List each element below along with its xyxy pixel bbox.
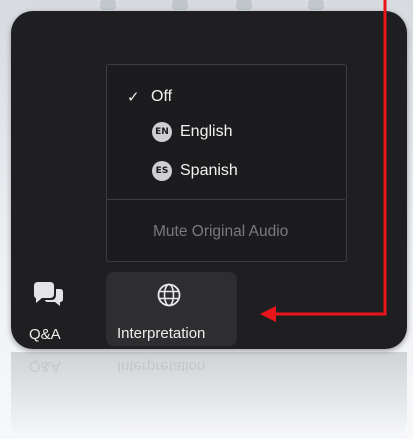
chat-bubbles-icon <box>34 282 63 306</box>
bottom-reflection: Q&A Interpretation <box>11 352 407 439</box>
menu-item-spanish[interactable]: ES Spanish <box>0 157 413 185</box>
menu-divider <box>107 199 345 200</box>
reflection-qa-text: Q&A <box>29 358 61 375</box>
qa-label: Q&A <box>29 326 61 343</box>
check-icon: ✓ <box>127 89 140 106</box>
interpretation-label: Interpretation <box>117 325 206 342</box>
menu-item-english[interactable]: EN English <box>0 118 413 146</box>
interpretation-button[interactable]: Interpretation <box>106 272 237 346</box>
menu-item-mute-original-audio[interactable]: Mute Original Audio <box>0 218 413 246</box>
spanish-badge-icon: ES <box>152 161 172 181</box>
menu-item-off[interactable]: ✓ Off <box>0 83 413 111</box>
menu-item-label: English <box>180 123 233 140</box>
qa-button[interactable]: Q&A <box>22 280 82 346</box>
globe-icon <box>157 283 181 307</box>
menu-item-label: Spanish <box>180 162 238 179</box>
menu-item-label: Off <box>151 88 173 105</box>
english-badge-icon: EN <box>152 122 172 142</box>
menu-item-label: Mute Original Audio <box>153 223 289 240</box>
reflection-interpretation-text: Interpretation <box>117 358 206 375</box>
